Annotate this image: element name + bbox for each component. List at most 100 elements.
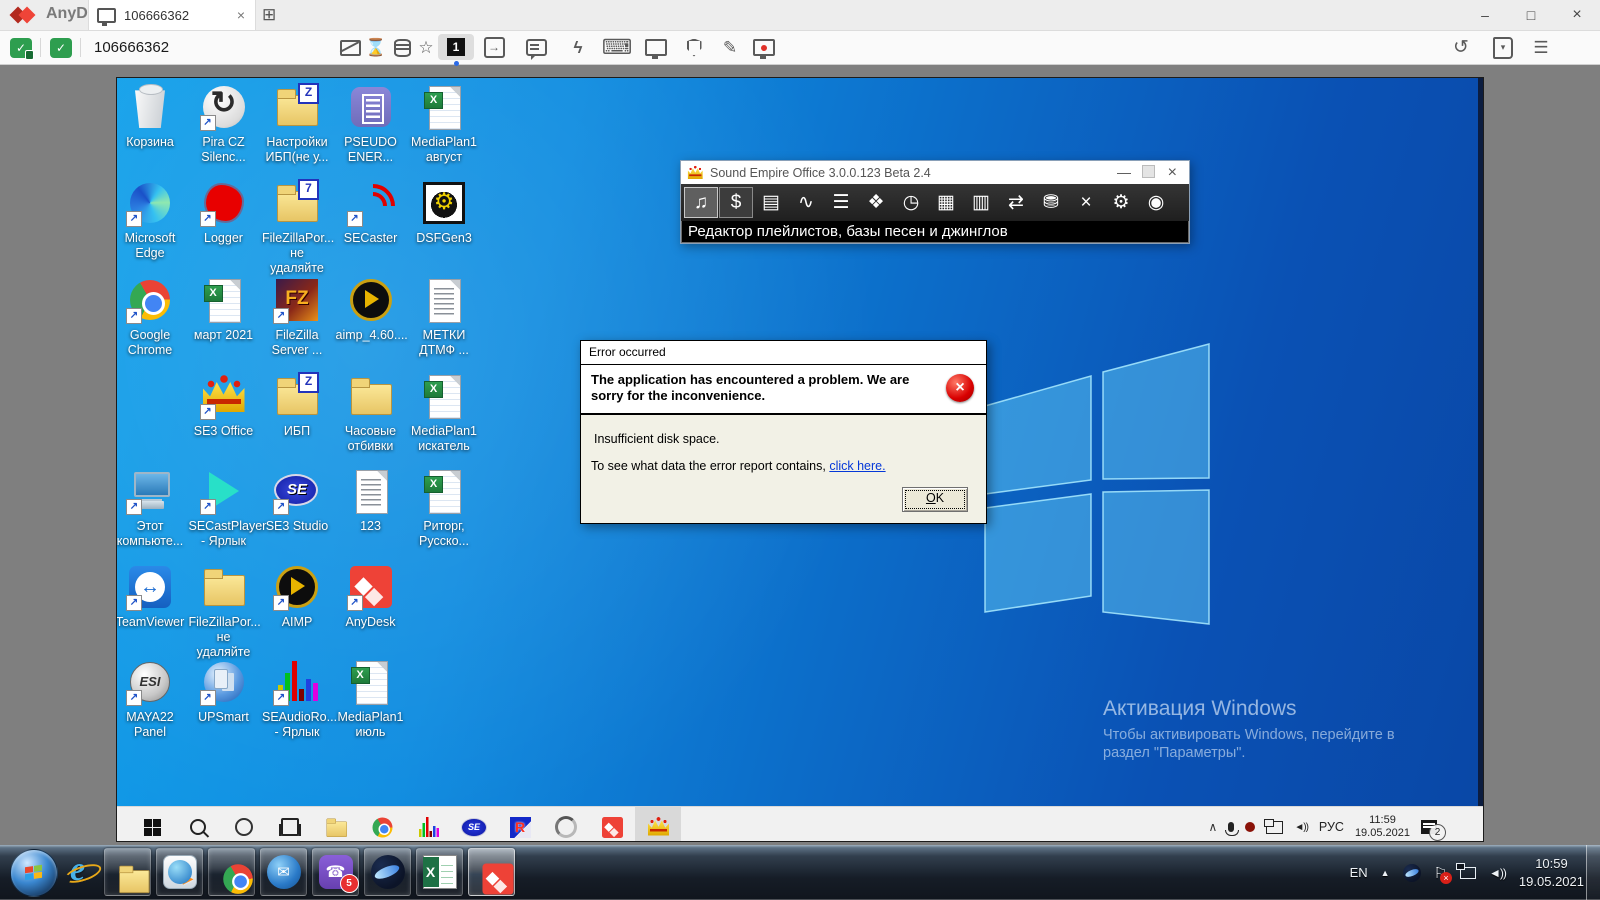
se-tool-playlist-editor-icon[interactable]: ♫ [684,187,718,218]
actions-lightning-icon[interactable]: ϟ [566,31,590,64]
action-center-icon[interactable]: 2 [1421,820,1437,834]
desktop-icon[interactable]: ZНастройки ИБП(не у... [262,84,332,165]
local-clock[interactable]: 10:5919.05.2021 [1519,855,1584,890]
desktop-icon[interactable]: ↗Microsoft Edge [117,180,185,261]
se-tool-database-icon[interactable]: ⛃ [1034,187,1068,218]
network-icon[interactable] [1460,867,1476,879]
recording-dot-icon[interactable] [1245,822,1255,832]
taskbar-item-loader[interactable] [543,807,589,841]
speaker-icon[interactable]: ◄)) [1489,866,1506,880]
local-taskbar-item-explorer[interactable] [104,848,151,896]
local-taskbar-item-anydesk[interactable] [468,848,515,896]
error-report-link[interactable]: click here. [829,459,885,473]
favorite-star-icon[interactable]: ☆ [414,31,438,64]
window-maximize-button[interactable]: □ [1508,0,1554,30]
se-tool-billing-icon[interactable]: $ [719,187,753,218]
se-tool-grid-icon[interactable]: ▦ [929,187,963,218]
desktop-icon[interactable]: ↗SE3 Office [189,373,259,439]
local-taskbar-item-media-player[interactable]: ▶ [156,848,203,896]
desktop-icon[interactable]: 7FileZillaPor... не удаляйте [262,180,332,275]
desktop-icon[interactable]: 123 [336,468,406,534]
monitor-select-button[interactable]: 1 [438,34,474,60]
window-minimize-button[interactable]: – [1462,0,1508,30]
permissions-shield-icon[interactable] [682,31,706,64]
tab-close-icon[interactable]: × [235,7,247,23]
session-tab[interactable]: 106666362 × [88,0,256,30]
whiteboard-pen-icon[interactable]: ✎ [718,31,742,64]
taskbar-item-explorer[interactable] [313,807,359,841]
taskbar-item-search[interactable] [175,807,221,841]
microphone-icon[interactable] [1228,822,1234,832]
desktop-icon[interactable]: ZИБП [262,373,332,439]
error-dialog-title[interactable]: Error occurred [581,341,986,365]
tray-expand-icon[interactable]: ▲ [1381,868,1390,878]
menu-icon[interactable]: ☰ [1528,31,1554,64]
privacy-mode-icon[interactable] [338,31,362,64]
local-taskbar-item-chrome[interactable] [208,848,255,896]
desktop-icon[interactable]: ↗SECastPlayer - Ярлык [189,468,259,549]
desktop-icon[interactable]: ↗SEAudioRo... - Ярлык [262,659,332,740]
se-tool-clock-icon[interactable]: ◷ [894,187,928,218]
se-tool-exchange-icon[interactable]: ⇄ [999,187,1033,218]
local-taskbar-item-thunderbird[interactable]: ✉ [260,848,307,896]
display-settings-icon[interactable] [644,31,668,64]
taskbar-item-chrome[interactable] [359,807,405,841]
se-tool-settings-icon[interactable]: ⚙ [1104,187,1138,218]
record-session-icon[interactable] [752,31,776,64]
file-transfer-icon[interactable]: → [482,31,506,64]
se-tool-waveform-icon[interactable]: ∿ [789,187,823,218]
desktop-icon[interactable]: ↗Этот компьюте... [117,468,185,549]
taskbar-item-cortana[interactable] [221,807,267,841]
desktop-icon[interactable]: FileZillaPor... не удаляйте [189,564,259,659]
tray-chevron-icon[interactable]: ∧ [1209,820,1218,834]
desktop-icon[interactable]: март 2021 [189,277,259,343]
se-tool-document-icon[interactable]: ▤ [754,187,788,218]
se-tool-tools-icon[interactable]: × [1069,187,1103,218]
desktop-icon[interactable]: ↗MAYA22 Panel [117,659,185,740]
network-display-icon[interactable] [1266,821,1283,834]
se-tool-schedule-list-icon[interactable]: ☰ [824,187,858,218]
new-session-button[interactable]: ⊞ [262,5,276,25]
local-language-indicator[interactable]: EN [1350,865,1368,880]
local-taskbar-item-excel[interactable]: X [416,848,463,896]
desktop-icon[interactable]: Часовые отбивки [336,373,406,454]
se-maximize-button[interactable] [1142,165,1155,178]
desktop-icon[interactable]: MediaPlan1 июль [336,659,406,740]
desktop-icon[interactable]: PSEUDO ENER... [336,84,406,165]
desktop-icon[interactable]: МЕТКИ ДТМФ ... [409,277,479,358]
se-close-button[interactable]: × [1168,165,1177,180]
desktop-icon[interactable]: Риторг, Русско... [409,468,479,549]
storage-icon[interactable] [390,31,414,64]
taskbar-item-audio-router[interactable] [405,807,451,841]
desktop-icon[interactable]: ↗AnyDesk [336,564,406,630]
desktop-icon[interactable]: aimp_4.60.... [336,277,406,343]
remote-scrollbar[interactable] [1478,78,1483,841]
taskbar-item-start[interactable] [129,807,175,841]
remote-desktop-view[interactable]: Корзина↗Pira CZ Silenc...ZНастройки ИБП(… [117,78,1483,841]
taskbar-item-anydesk[interactable] [589,807,635,841]
window-close-button[interactable]: × [1554,0,1600,30]
remote-language-indicator[interactable]: РУС [1319,820,1344,834]
desktop-icon[interactable]: ↗UPSmart [189,659,259,725]
show-desktop-button[interactable] [1586,845,1600,900]
internet-explorer-icon[interactable]: e [62,851,104,893]
start-orb[interactable] [10,849,58,897]
desktop-icon[interactable]: MediaPlan1 август [409,84,479,165]
local-taskbar-item-swoosh-app[interactable] [364,848,411,896]
desktop-icon[interactable]: DSFGen3 [409,180,479,246]
remote-clock[interactable]: 11:5919.05.2021 [1355,814,1410,840]
desktop-icon[interactable]: ↗AIMP [262,564,332,630]
desktop-icon[interactable]: ↗Logger [189,180,259,246]
action-center-flag-icon[interactable]: ⚐× [1434,864,1447,882]
desktop-icon[interactable]: ↗SECaster [336,180,406,246]
address-book-icon[interactable]: ▾ [1490,31,1516,64]
taskbar-item-sound-empire-office[interactable] [635,807,681,841]
desktop-icon[interactable]: MediaPlan1 искатель [409,373,479,454]
se-tool-satellite-icon[interactable]: ❖ [859,187,893,218]
swoosh-tray-icon[interactable] [1403,864,1421,882]
se-tool-view-icon[interactable]: ◉ [1139,187,1173,218]
keyboard-icon[interactable]: ⌨ [604,31,630,64]
hourglass-icon[interactable]: ⌛ [364,31,388,64]
chat-icon[interactable] [524,31,548,64]
se-tool-journal-icon[interactable]: ▥ [964,187,998,218]
